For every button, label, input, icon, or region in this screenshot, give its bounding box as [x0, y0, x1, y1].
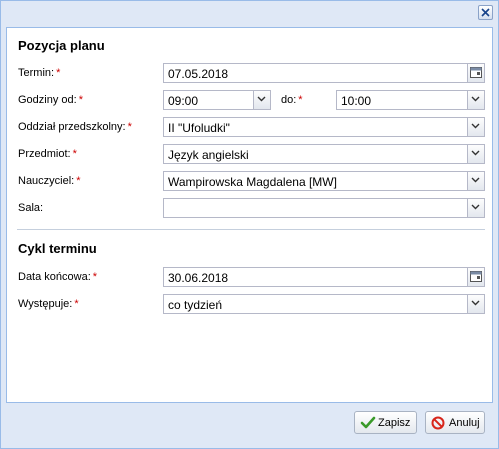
dropdown-trigger[interactable]: [467, 295, 484, 313]
wystepuje-label: Występuje: *: [18, 298, 79, 310]
dialog-footer: Zapisz Anuluj: [6, 403, 493, 447]
przedmiot-value: Język angielski: [168, 148, 249, 162]
dropdown-trigger[interactable]: [467, 118, 484, 136]
godziny-od-select[interactable]: 09:00: [163, 90, 271, 110]
wystepuje-value: co tydzień: [168, 298, 223, 312]
required-marker: *: [56, 67, 61, 79]
dropdown-trigger[interactable]: [467, 91, 484, 109]
required-marker: *: [298, 94, 303, 106]
calendar-icon: [470, 67, 482, 78]
wystepuje-select[interactable]: co tydzień: [163, 294, 485, 314]
dialog-window: Pozycja planu Termin: * 07.05.2018 Godzin…: [0, 0, 499, 449]
chevron-down-icon: [471, 177, 480, 183]
cancel-icon: [431, 416, 445, 430]
calendar-trigger[interactable]: [467, 64, 484, 82]
przedmiot-select[interactable]: Język angielski: [163, 144, 485, 164]
nauczyciel-label: Nauczyciel: *: [18, 175, 81, 187]
save-button[interactable]: Zapisz: [354, 411, 417, 434]
required-marker: *: [92, 271, 98, 283]
przedmiot-label: Przedmiot: *: [18, 148, 77, 160]
cancel-button[interactable]: Anuluj: [425, 411, 485, 434]
dropdown-trigger[interactable]: [467, 172, 484, 190]
sala-select[interactable]: [163, 198, 485, 218]
section-title-plan: Pozycja planu: [18, 38, 105, 53]
save-button-label: Zapisz: [378, 417, 411, 429]
godziny-od-value: 09:00: [168, 94, 199, 108]
section-title-cycle: Cykl terminu: [18, 241, 97, 256]
do-label: do: *: [281, 94, 303, 106]
dropdown-trigger[interactable]: [467, 145, 484, 163]
termin-value: 07.05.2018: [168, 67, 229, 81]
termin-date-field[interactable]: 07.05.2018: [163, 63, 485, 83]
dialog-body: Pozycja planu Termin: * 07.05.2018 Godzin…: [6, 27, 493, 403]
chevron-down-icon: [471, 123, 480, 129]
nauczyciel-value: Wampirowska Magdalena [MW]: [168, 175, 337, 189]
required-marker: *: [127, 121, 132, 133]
oddzial-value: II "Ufoludki": [168, 121, 230, 135]
chevron-down-icon: [471, 96, 480, 102]
dropdown-trigger[interactable]: [467, 199, 484, 217]
cancel-button-label: Anuluj: [449, 417, 480, 429]
godziny-od-label: Godziny od: *: [18, 94, 83, 106]
chevron-down-icon: [471, 204, 480, 210]
dialog-titlebar: [1, 1, 498, 27]
dropdown-trigger[interactable]: [253, 91, 270, 109]
required-marker: *: [76, 175, 81, 187]
do-value: 10:00: [341, 94, 372, 108]
oddzial-label: Oddział przedszkolny: *: [18, 121, 132, 133]
data-koncowa-date-field[interactable]: 30.06.2018: [163, 267, 485, 287]
required-marker: *: [72, 148, 77, 160]
close-button[interactable]: [478, 5, 493, 20]
data-koncowa-value: 30.06.2018: [168, 271, 229, 285]
chevron-down-icon: [471, 150, 480, 156]
chevron-down-icon: [257, 96, 266, 102]
required-marker: *: [74, 298, 79, 310]
close-icon: [481, 8, 490, 17]
section-divider: [17, 229, 485, 230]
sala-label: Sala:: [18, 202, 44, 214]
calendar-icon: [470, 271, 482, 282]
oddzial-select[interactable]: II "Ufoludki": [163, 117, 485, 137]
calendar-trigger[interactable]: [467, 268, 484, 286]
chevron-down-icon: [471, 300, 480, 306]
required-marker: *: [78, 94, 83, 106]
do-select[interactable]: 10:00: [336, 90, 485, 110]
termin-label: Termin: *: [18, 67, 61, 79]
checkmark-icon: [360, 416, 376, 429]
nauczyciel-select[interactable]: Wampirowska Magdalena [MW]: [163, 171, 485, 191]
data-koncowa-label: Data końcowa: *: [18, 271, 98, 283]
